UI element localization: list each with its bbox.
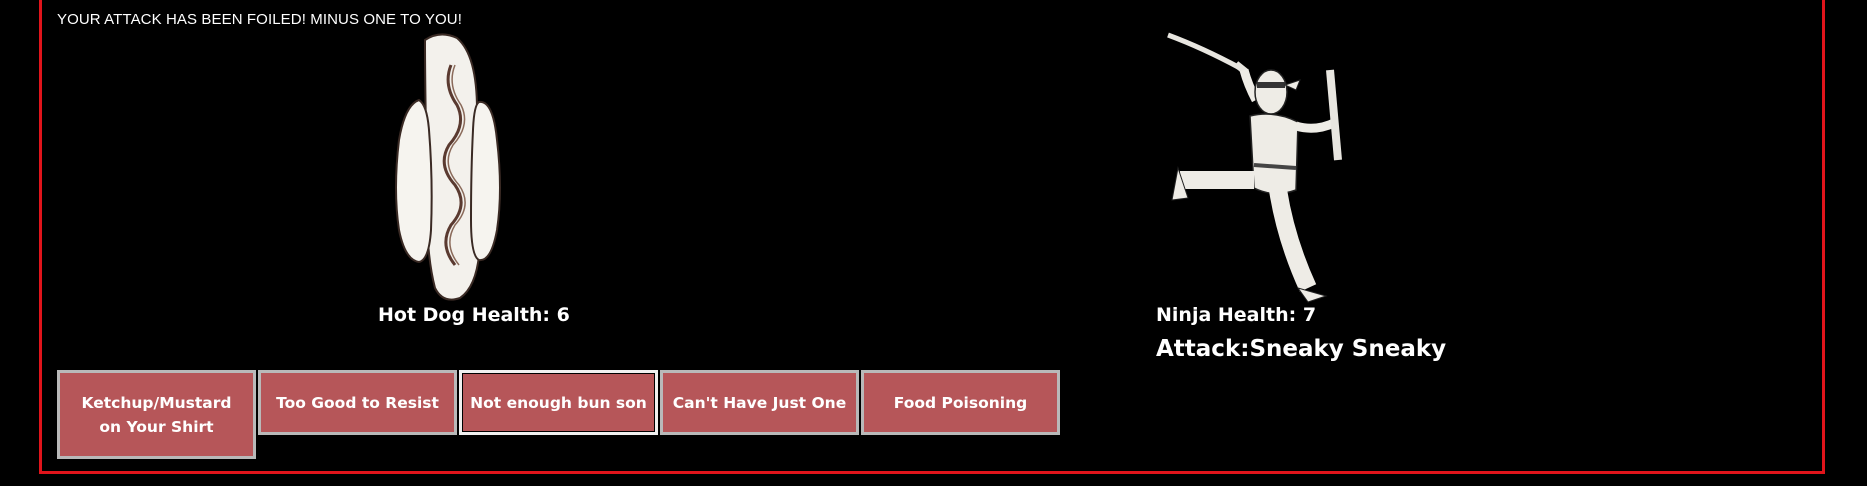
ninja-health: Ninja Health: 7: [1156, 304, 1317, 326]
ninja-attack-label: Attack:Sneaky Sneaky: [1156, 336, 1447, 362]
attack-button-cant-have-just-one[interactable]: Can't Have Just One: [660, 370, 859, 435]
hot-dog-health: Hot Dog Health: 6: [378, 304, 570, 326]
attack-button-food-poisoning[interactable]: Food Poisoning: [861, 370, 1060, 435]
attack-button-ketchup-mustard[interactable]: Ketchup/Mustard on Your Shirt: [57, 370, 256, 459]
attack-button-too-good-to-resist[interactable]: Too Good to Resist: [258, 370, 457, 435]
ninja-sprite: [1167, 32, 1342, 303]
battle-message: YOUR ATTACK HAS BEEN FOILED! MINUS ONE T…: [57, 11, 462, 28]
hot-dog-sprite: [395, 33, 501, 301]
attack-button-not-enough-bun[interactable]: Not enough bun son: [459, 370, 658, 435]
attack-buttons: Ketchup/Mustard on Your Shirt Too Good t…: [57, 370, 1062, 459]
